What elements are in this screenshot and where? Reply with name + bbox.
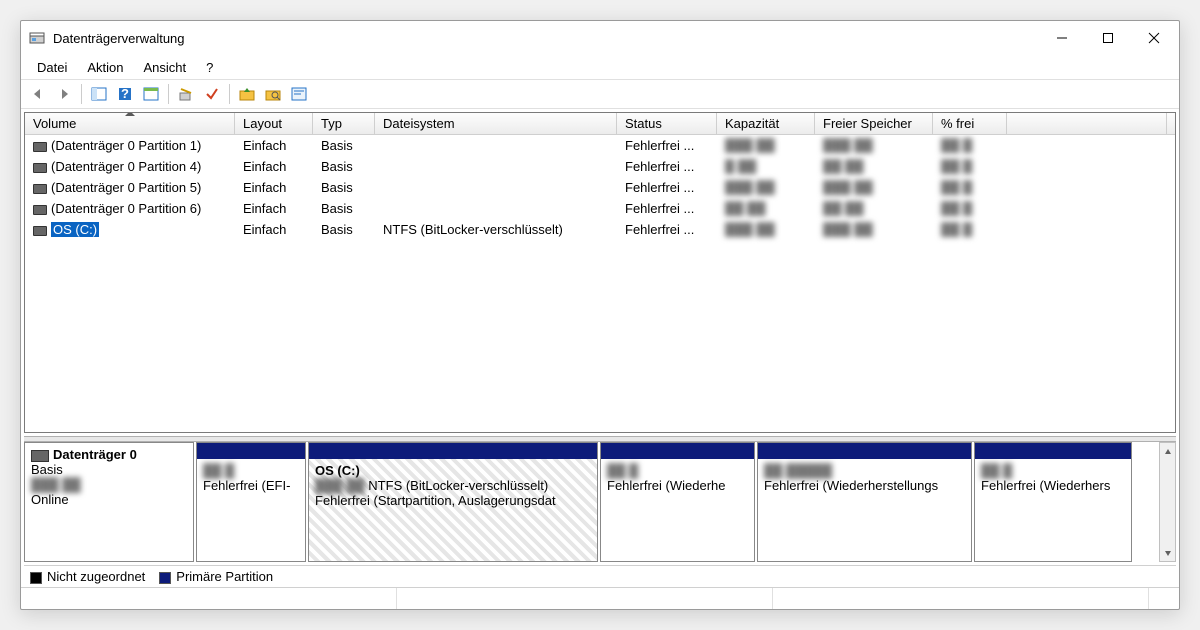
menu-help[interactable]: ? (196, 57, 223, 78)
disk-info[interactable]: Datenträger 0 Basis ███ ██ Online (24, 442, 194, 562)
disk-size: ███ ██ (31, 477, 187, 492)
partition-size: ██ █ (981, 463, 1012, 478)
table-row[interactable]: (Datenträger 0 Partition 1)EinfachBasisF… (25, 135, 1175, 156)
volume-list-body[interactable]: (Datenträger 0 Partition 1)EinfachBasisF… (25, 135, 1175, 432)
partition-status: Fehlerfrei (Startpartition, Auslagerungs… (315, 493, 556, 508)
partition-block[interactable]: ██ █Fehlerfrei (Wiederhers (974, 442, 1132, 562)
legend-unallocated: Nicht zugeordnet (30, 569, 145, 584)
disk-label: Datenträger 0 (53, 447, 137, 462)
swatch-unallocated-icon (30, 572, 42, 584)
app-icon (29, 30, 45, 46)
disk-icon (31, 450, 49, 462)
table-row[interactable]: (Datenträger 0 Partition 5)EinfachBasisF… (25, 177, 1175, 198)
col-pctfree[interactable]: % frei (933, 113, 1007, 134)
folder-up-button[interactable] (236, 83, 258, 105)
properties-button[interactable] (288, 83, 310, 105)
volume-list-header: Volume Layout Typ Dateisystem Status Kap… (25, 113, 1175, 135)
table-row[interactable]: (Datenträger 0 Partition 6)EinfachBasisF… (25, 198, 1175, 219)
show-hide-console-tree-button[interactable] (88, 83, 110, 105)
check-button[interactable] (201, 83, 223, 105)
scroll-up-icon[interactable] (1160, 443, 1175, 460)
table-row[interactable]: (Datenträger 0 Partition 4)EinfachBasisF… (25, 156, 1175, 177)
disk-type: Basis (31, 462, 187, 477)
partition-stripe (197, 443, 305, 459)
menu-file[interactable]: Datei (27, 57, 77, 78)
volume-icon (33, 226, 47, 236)
partition-size: ███ ██ (315, 478, 365, 493)
menubar: Datei Aktion Ansicht ? (21, 55, 1179, 79)
close-button[interactable] (1131, 23, 1177, 53)
folder-search-button[interactable] (262, 83, 284, 105)
graphical-scrollbar[interactable] (1159, 442, 1176, 562)
legend-primary: Primäre Partition (159, 569, 273, 584)
window-title: Datenträgerverwaltung (53, 31, 1039, 46)
disk-state: Online (31, 492, 187, 507)
forward-button[interactable] (53, 83, 75, 105)
toolbar: ? (21, 79, 1179, 109)
col-type[interactable]: Typ (313, 113, 375, 134)
partition-block[interactable]: ██ █████Fehlerfrei (Wiederherstellungs (757, 442, 972, 562)
partition-stripe (758, 443, 971, 459)
toolbar-separator (81, 84, 82, 104)
volume-icon (33, 142, 47, 152)
volume-icon (33, 184, 47, 194)
toolbar-separator (229, 84, 230, 104)
partition-stripe (601, 443, 754, 459)
table-row[interactable]: OS (C:)EinfachBasisNTFS (BitLocker-versc… (25, 219, 1175, 240)
minimize-button[interactable] (1039, 23, 1085, 53)
disk-row: Datenträger 0 Basis ███ ██ Online ██ █Fe… (24, 442, 1176, 562)
col-status[interactable]: Status (617, 113, 717, 134)
partition-status: Fehlerfrei (Wiederherstellungs (764, 478, 938, 493)
col-tail[interactable] (1007, 113, 1167, 134)
menu-action[interactable]: Aktion (77, 57, 133, 78)
partition-block[interactable]: ██ █Fehlerfrei (Wiederhe (600, 442, 755, 562)
svg-text:?: ? (121, 86, 129, 101)
partition-status: Fehlerfrei (Wiederhe (607, 478, 726, 493)
statusbar (21, 587, 1179, 609)
swatch-primary-icon (159, 572, 171, 584)
partition-title: OS (C:) (315, 463, 360, 478)
partition-size: ██ █ (203, 463, 234, 478)
back-button[interactable] (27, 83, 49, 105)
volume-icon (33, 205, 47, 215)
col-filesystem[interactable]: Dateisystem (375, 113, 617, 134)
partition-block[interactable]: OS (C:)███ ██ NTFS (BitLocker-verschlüss… (308, 442, 598, 562)
disk-management-window: Datenträgerverwaltung Datei Aktion Ansic… (20, 20, 1180, 610)
help-button[interactable]: ? (114, 83, 136, 105)
partition-size: ██ █ (607, 463, 638, 478)
statusbar-cell (21, 588, 397, 609)
refresh-list-button[interactable] (140, 83, 162, 105)
legend: Nicht zugeordnet Primäre Partition (24, 565, 1176, 587)
statusbar-cell (1149, 588, 1179, 609)
partition-status: Fehlerfrei (EFI- (203, 478, 290, 493)
action-wizard-button[interactable] (175, 83, 197, 105)
titlebar[interactable]: Datenträgerverwaltung (21, 21, 1179, 55)
partition-status: Fehlerfrei (Wiederhers (981, 478, 1110, 493)
partition-size: ██ █████ (764, 463, 832, 478)
menu-view[interactable]: Ansicht (134, 57, 197, 78)
graphical-view-panel: Datenträger 0 Basis ███ ██ Online ██ █Fe… (24, 442, 1176, 562)
partition-stripe (309, 443, 597, 459)
col-free[interactable]: Freier Speicher (815, 113, 933, 134)
col-capacity[interactable]: Kapazität (717, 113, 815, 134)
statusbar-cell (773, 588, 1149, 609)
maximize-button[interactable] (1085, 23, 1131, 53)
partition-block[interactable]: ██ █Fehlerfrei (EFI- (196, 442, 306, 562)
statusbar-cell (397, 588, 773, 609)
volume-icon (33, 163, 47, 173)
col-layout[interactable]: Layout (235, 113, 313, 134)
volume-list-panel: Volume Layout Typ Dateisystem Status Kap… (24, 112, 1176, 433)
toolbar-separator (168, 84, 169, 104)
scroll-down-icon[interactable] (1160, 544, 1175, 561)
partition-stripe (975, 443, 1131, 459)
col-volume[interactable]: Volume (25, 113, 235, 134)
